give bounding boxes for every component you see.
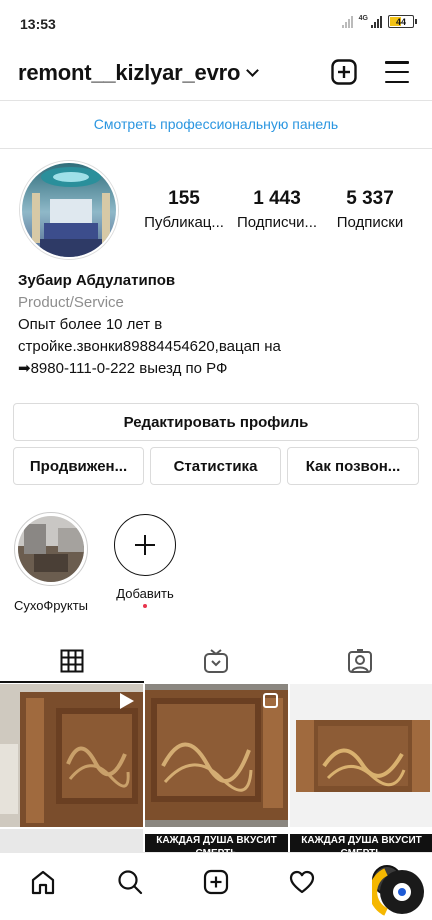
tab-posts-grid[interactable] bbox=[0, 640, 144, 682]
add-highlight-ring bbox=[114, 514, 176, 576]
status-icons: 4G 44 bbox=[341, 15, 417, 28]
nav-home[interactable] bbox=[28, 867, 58, 897]
bio-line: Опыт более 10 лет в bbox=[18, 316, 163, 333]
network-type: 4G bbox=[358, 15, 368, 22]
nav-activity[interactable] bbox=[287, 867, 317, 897]
followers-value: 1 443 bbox=[253, 188, 301, 209]
battery-level: 44 bbox=[395, 16, 406, 27]
posts-value: 155 bbox=[168, 188, 200, 209]
nav-search[interactable] bbox=[115, 867, 145, 897]
status-bar: 13:53 4G 44 bbox=[0, 0, 432, 50]
post-thumbnail[interactable] bbox=[145, 684, 288, 827]
highlight-label: Добавить bbox=[116, 586, 174, 601]
username-switcher[interactable]: remont__kizlyar_evro bbox=[18, 60, 260, 86]
following-count[interactable]: 5 337 Подписки bbox=[328, 188, 412, 231]
notification-dot bbox=[143, 604, 147, 608]
status-time: 13:53 bbox=[20, 16, 56, 32]
chevron-down-icon bbox=[246, 64, 260, 77]
posts-label: Публикац... bbox=[144, 214, 224, 231]
post-thumbnail[interactable] bbox=[0, 684, 143, 827]
search-icon bbox=[118, 870, 143, 895]
bio-line: ➡8980-111-0-222 выезд по РФ bbox=[18, 360, 228, 377]
profile-avatar[interactable] bbox=[20, 161, 118, 259]
divider bbox=[0, 148, 432, 149]
bottom-navigation bbox=[0, 852, 432, 920]
nav-create[interactable] bbox=[201, 867, 231, 897]
divider bbox=[0, 100, 432, 101]
category-label: Product/Service bbox=[18, 294, 124, 311]
menu-button[interactable] bbox=[385, 61, 409, 83]
plus-square-icon bbox=[331, 59, 357, 85]
plus-icon bbox=[135, 535, 155, 555]
heart-icon bbox=[289, 870, 315, 894]
carousel-icon bbox=[263, 693, 278, 708]
video-play-icon bbox=[120, 693, 134, 709]
active-tab-indicator bbox=[0, 681, 144, 683]
profile-header: remont__kizlyar_evro bbox=[0, 50, 432, 100]
battery-icon: 44 bbox=[388, 15, 417, 28]
avatar-image bbox=[22, 163, 116, 257]
following-label: Подписки bbox=[336, 214, 404, 231]
grid-icon bbox=[60, 649, 84, 673]
highlight-ring bbox=[14, 512, 88, 586]
contact-button[interactable]: Как позвон... bbox=[287, 447, 419, 485]
plus-square-icon bbox=[203, 869, 229, 895]
tagged-user-icon bbox=[348, 649, 372, 673]
professional-dashboard-link[interactable]: Смотреть профессиональную панель bbox=[0, 116, 432, 132]
bio-line: стройке.звонки89884454620,вацап на bbox=[18, 338, 281, 355]
following-value: 5 337 bbox=[346, 188, 394, 209]
username: remont__kizlyar_evro bbox=[18, 60, 241, 85]
hamburger-icon bbox=[385, 61, 409, 64]
edit-profile-button[interactable]: Редактировать профиль bbox=[13, 403, 419, 441]
followers-count[interactable]: 1 443 Подписчи... bbox=[232, 188, 322, 231]
signal-icon-2 bbox=[371, 15, 382, 28]
tv-icon bbox=[204, 649, 228, 673]
followers-label: Подписчи... bbox=[236, 214, 318, 231]
insights-button[interactable]: Статистика bbox=[150, 447, 281, 485]
post-thumbnail[interactable] bbox=[290, 684, 432, 827]
signal-icon bbox=[341, 15, 353, 28]
story-highlight[interactable]: СухоФрукты bbox=[11, 512, 91, 613]
new-post-button[interactable] bbox=[331, 59, 357, 85]
highlight-label: СухоФрукты bbox=[13, 598, 89, 613]
promote-button[interactable]: Продвижен... bbox=[13, 447, 144, 485]
display-name: Зубаир Абдулатипов bbox=[18, 272, 176, 289]
carved-panel-image bbox=[290, 684, 432, 827]
tab-igtv[interactable] bbox=[144, 640, 288, 682]
highlight-cover bbox=[18, 516, 84, 582]
posts-count[interactable]: 155 Публикац... bbox=[140, 188, 228, 231]
profile-bio: Зубаир Абдулатипов Product/Service Опыт … bbox=[18, 270, 418, 380]
add-highlight-button[interactable]: Добавить bbox=[105, 512, 185, 608]
app-logo-icon bbox=[372, 868, 424, 916]
home-icon bbox=[31, 870, 55, 895]
tab-tagged[interactable] bbox=[288, 640, 432, 682]
